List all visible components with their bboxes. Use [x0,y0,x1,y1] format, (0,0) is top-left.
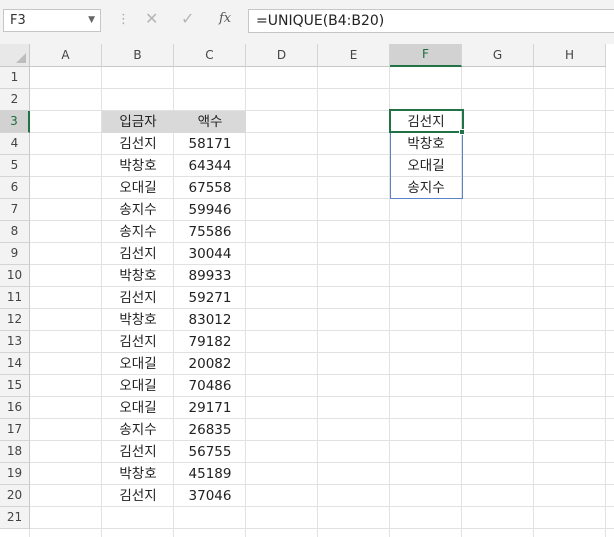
column-header-f[interactable]: F [390,44,462,67]
table-header-name[interactable]: 입금자 [102,111,174,133]
table-cell-amount[interactable]: 26835 [174,419,246,441]
row-header-1[interactable]: 1 [0,67,30,89]
table-cell-amount[interactable]: 67558 [174,177,246,199]
column-header-h[interactable]: H [534,44,606,67]
table-cell-amount[interactable]: 20082 [174,353,246,375]
table-cell-name[interactable]: 송지수 [102,221,174,243]
row-header-16[interactable]: 16 [0,397,30,419]
row-header-7[interactable]: 7 [0,199,30,221]
formula-text: =UNIQUE(B4:B20) [256,13,385,29]
table-cell-name[interactable]: 김선지 [102,133,174,155]
name-box-value: F3 [10,13,26,28]
row-header-8[interactable]: 8 [0,221,30,243]
column-header-e[interactable]: E [318,44,390,67]
table-cell-amount[interactable]: 79182 [174,331,246,353]
table-cell-name[interactable]: 오대길 [102,177,174,199]
table-cell-name[interactable]: 송지수 [102,419,174,441]
table-header-amount[interactable]: 액수 [174,111,246,133]
gridline-vertical [533,67,534,537]
row-header-3[interactable]: 3 [0,111,30,133]
gridline-horizontal [30,88,614,89]
table-cell-amount[interactable]: 37046 [174,485,246,507]
table-cell-amount[interactable]: 89933 [174,265,246,287]
table-cell-name[interactable]: 김선지 [102,485,174,507]
table-cell-name[interactable]: 박창호 [102,265,174,287]
table-cell-name[interactable]: 오대길 [102,353,174,375]
table-cell-amount[interactable]: 59271 [174,287,246,309]
row-header-12[interactable]: 12 [0,309,30,331]
row-header-4[interactable]: 4 [0,133,30,155]
table-cell-name[interactable]: 오대길 [102,397,174,419]
table-cell-amount[interactable]: 58171 [174,133,246,155]
select-all-button[interactable] [0,44,30,67]
table-cell-name[interactable]: 송지수 [102,199,174,221]
unique-result-cell[interactable]: 김선지 [390,111,462,133]
table-cell-name[interactable]: 박창호 [102,463,174,485]
table-cell-name[interactable]: 박창호 [102,309,174,331]
row-header-10[interactable]: 10 [0,265,30,287]
chevron-down-icon[interactable]: ▼ [88,15,95,25]
row-header-15[interactable]: 15 [0,375,30,397]
row-header-11[interactable]: 11 [0,287,30,309]
row-header-21[interactable]: 21 [0,507,30,529]
column-header-b[interactable]: B [102,44,174,67]
table-cell-name[interactable]: 박창호 [102,155,174,177]
cancel-icon[interactable]: ✕ [145,10,158,28]
gridline-horizontal [30,528,614,529]
table-cell-name[interactable]: 김선지 [102,441,174,463]
table-cell-amount[interactable]: 70486 [174,375,246,397]
unique-result-cell[interactable]: 오대길 [390,155,462,177]
insert-function-button[interactable]: fx [219,11,231,26]
name-box[interactable]: F3 ▼ [3,9,101,32]
column-header-d[interactable]: D [246,44,318,67]
select-all-icon [16,53,26,63]
row-header-6[interactable]: 6 [0,177,30,199]
unique-result-cell[interactable]: 송지수 [390,177,462,199]
table-cell-name[interactable]: 김선지 [102,243,174,265]
row-header-20[interactable]: 20 [0,485,30,507]
row-header-13[interactable]: 13 [0,331,30,353]
table-cell-amount[interactable]: 29171 [174,397,246,419]
formula-bar: F3 ▼ ⋮ ✕ ✓ fx =UNIQUE(B4:B20) [0,0,614,44]
row-header-14[interactable]: 14 [0,353,30,375]
column-header-c[interactable]: C [174,44,246,67]
fill-handle[interactable] [459,129,465,135]
gridline-vertical [317,67,318,537]
table-cell-name[interactable]: 김선지 [102,287,174,309]
gridline-vertical [605,67,606,537]
table-cell-amount[interactable]: 30044 [174,243,246,265]
formula-input[interactable]: =UNIQUE(B4:B20) [248,9,614,33]
table-cell-name[interactable]: 오대길 [102,375,174,397]
more-options-icon: ⋮ [117,12,130,27]
table-cell-amount[interactable]: 83012 [174,309,246,331]
table-cell-amount[interactable]: 59946 [174,199,246,221]
row-header-2[interactable]: 2 [0,89,30,111]
table-cell-amount[interactable]: 56755 [174,441,246,463]
row-header-5[interactable]: 5 [0,155,30,177]
row-header-19[interactable]: 19 [0,463,30,485]
column-header-g[interactable]: G [462,44,534,67]
table-cell-amount[interactable]: 45189 [174,463,246,485]
row-header-17[interactable]: 17 [0,419,30,441]
row-header-9[interactable]: 9 [0,243,30,265]
table-cell-amount[interactable]: 75586 [174,221,246,243]
row-header-18[interactable]: 18 [0,441,30,463]
table-cell-amount[interactable]: 64344 [174,155,246,177]
table-cell-name[interactable]: 김선지 [102,331,174,353]
enter-icon[interactable]: ✓ [181,10,194,28]
column-header-a[interactable]: A [30,44,102,67]
unique-result-cell[interactable]: 박창호 [390,133,462,155]
spreadsheet-grid[interactable]: A B C D E F G H 1 2 3 4 5 6 7 8 9 10 11 12 13 14 15 16 17 18 19 20 2… [0,44,614,537]
